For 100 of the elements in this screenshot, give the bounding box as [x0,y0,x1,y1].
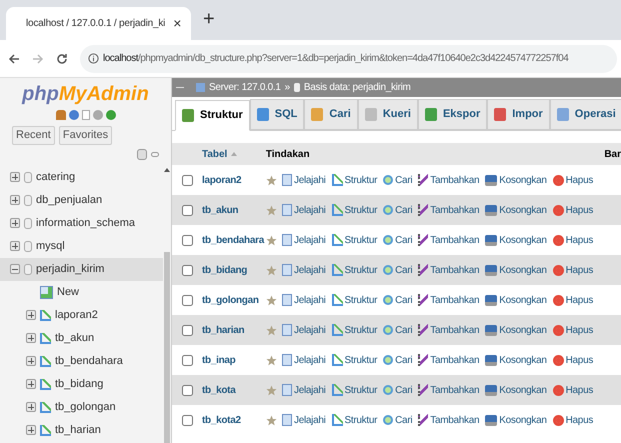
row-checkbox[interactable] [182,384,192,396]
action-link[interactable]: Tambahkan [430,352,480,368]
action-link[interactable]: Kosongkan [499,382,547,398]
expand-icon[interactable] [26,356,36,366]
expand-icon[interactable] [10,195,20,205]
expand-icon[interactable] [10,241,20,251]
action-link[interactable]: Jelajahi [294,412,326,428]
action-link[interactable]: Hapus [566,352,594,368]
action-link[interactable]: Kosongkan [499,202,547,218]
row-checkbox[interactable] [182,204,192,216]
action-link[interactable]: Cari [395,262,412,278]
row-checkbox[interactable] [182,324,192,336]
action-link[interactable]: Struktur [344,352,378,368]
tree-item[interactable]: tb_harian [55,422,101,438]
sidebar-tab[interactable]: Favorites [58,126,112,144]
action-link[interactable]: Cari [395,292,412,308]
action-link[interactable]: Hapus [566,232,594,248]
expand-icon[interactable] [26,425,36,435]
table-name-link[interactable]: tb_inap [202,352,266,368]
browser-tab[interactable]: localhost / 127.0.0.1 / perjadin_ki × [6,7,191,40]
star-icon[interactable] [266,414,277,426]
action-link[interactable]: Kosongkan [499,172,547,188]
action-link[interactable]: Struktur [344,322,378,338]
star-icon[interactable] [266,204,277,216]
action-link[interactable]: Kosongkan [499,292,547,308]
action-link[interactable]: Cari [395,412,412,428]
table-name-link[interactable]: tb_bidang [202,262,266,278]
action-link[interactable]: Jelajahi [294,352,326,368]
star-icon[interactable] [266,264,277,276]
nav-tab[interactable]: SQL [250,99,304,130]
tree-item[interactable]: information_schema [36,214,136,232]
action-link[interactable]: Hapus [566,292,594,308]
action-link[interactable]: Cari [395,322,412,338]
expand-icon[interactable] [10,172,20,182]
table-name-link[interactable]: tb_bendahara [202,232,266,248]
nav-tab[interactable]: Kueri [358,99,418,130]
action-link[interactable]: Jelajahi [294,172,326,188]
action-link[interactable]: Struktur [344,382,378,398]
expand-icon[interactable] [26,333,36,343]
action-link[interactable]: Hapus [566,172,594,188]
sidebar-tab[interactable]: Recent [12,126,55,144]
action-link[interactable]: Jelajahi [294,262,326,278]
nav-tab[interactable]: Struktur [175,100,250,131]
expand-icon[interactable] [26,379,36,389]
expand-icon[interactable] [10,218,20,228]
action-link[interactable]: Struktur [344,292,378,308]
action-link[interactable]: Hapus [566,322,594,338]
action-link[interactable]: Struktur [344,202,378,218]
table-name-link[interactable]: tb_akun [202,202,266,218]
table-name-link[interactable]: laporan2 [202,172,266,188]
back-icon[interactable] [8,52,20,64]
close-button[interactable]: × [173,13,182,34]
nav-tab[interactable]: Impor [487,99,550,130]
row-checkbox[interactable] [182,264,192,276]
action-link[interactable]: Tambahkan [430,292,480,308]
action-link[interactable]: Kosongkan [499,352,547,368]
table-name-link[interactable]: tb_harian [202,322,266,338]
tree-item[interactable]: tb_golongan [55,398,116,416]
tree-item[interactable]: tb_bendahara [55,352,123,370]
nav-tab[interactable]: Operasi [550,99,621,130]
breadcrumb-link[interactable]: Server: 127.0.0.1 [209,80,281,95]
tree-item[interactable]: mysql [36,238,65,254]
star-icon[interactable] [266,354,277,366]
action-link[interactable]: Hapus [566,382,594,398]
nav-tab[interactable]: Cari [304,99,358,130]
action-link[interactable]: Jelajahi [294,322,326,338]
action-link[interactable]: Cari [395,232,412,248]
action-link[interactable]: Tambahkan [430,322,480,338]
star-icon[interactable] [266,234,277,246]
action-link[interactable]: Struktur [344,262,378,278]
action-link[interactable]: Tambahkan [430,262,480,278]
star-icon[interactable] [266,384,277,396]
expand-icon[interactable] [26,402,36,412]
tree-item[interactable]: tb_bidang [55,376,104,392]
action-link[interactable]: Hapus [566,202,594,218]
tree-item[interactable]: New [57,284,80,300]
star-icon[interactable] [266,174,277,186]
column-header[interactable]: Tabel [202,146,266,162]
row-checkbox[interactable] [182,234,192,246]
action-link[interactable]: Tambahkan [430,232,480,248]
table-name-link[interactable]: tb_golongan [202,292,266,308]
action-link[interactable]: Struktur [344,172,378,188]
row-checkbox[interactable] [182,294,192,306]
action-link[interactable]: Cari [395,172,412,188]
nav-tab[interactable]: Ekspor [418,99,488,130]
tree-item[interactable]: laporan2 [55,306,98,324]
table-name-link[interactable]: tb_kota [202,382,266,398]
action-link[interactable]: Kosongkan [499,262,547,278]
action-link[interactable]: Struktur [344,232,378,248]
action-link[interactable]: Tambahkan [430,172,480,188]
tree-item[interactable]: tb_akun [55,330,94,346]
action-link[interactable]: Struktur [344,412,378,428]
action-link[interactable]: Kosongkan [499,232,547,248]
row-checkbox[interactable] [182,414,192,426]
action-link[interactable]: Jelajahi [294,202,326,218]
action-link[interactable]: Jelajahi [294,232,326,248]
expand-icon[interactable] [26,310,36,320]
action-link[interactable]: Jelajahi [294,292,326,308]
action-link[interactable]: Jelajahi [294,382,326,398]
action-link[interactable]: Tambahkan [430,412,480,428]
